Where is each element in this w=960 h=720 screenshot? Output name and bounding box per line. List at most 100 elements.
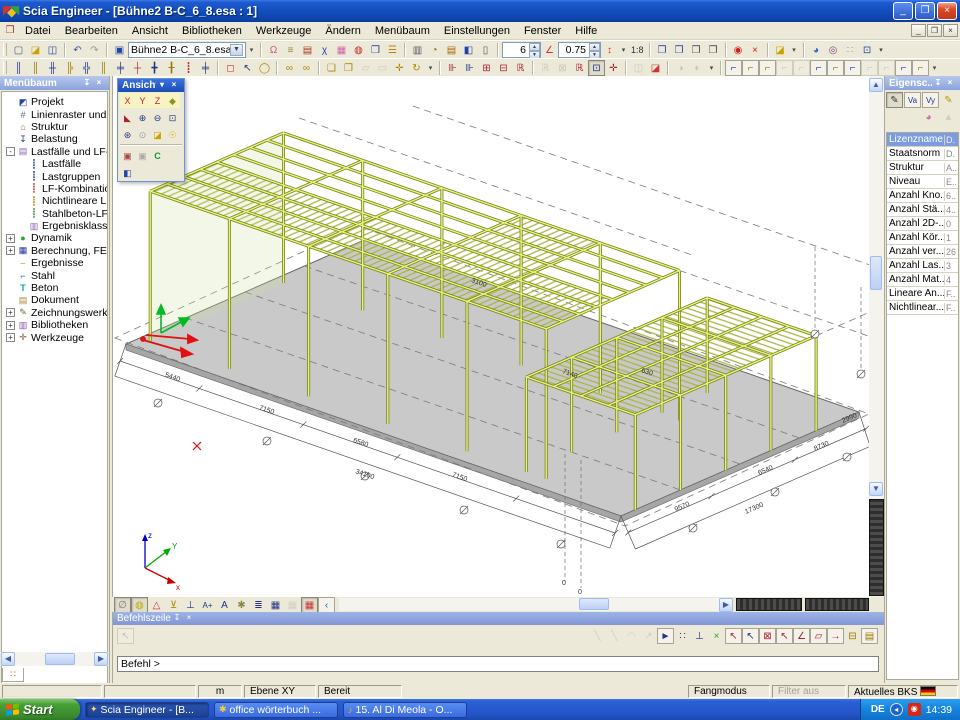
menu-bearbeiten[interactable]: Bearbeiten [58,24,125,38]
labels-icon[interactable]: A [216,597,233,613]
rigid-gray-icon[interactable]: ℝ [537,60,554,76]
rotate-icon[interactable]: ↻ [408,60,425,76]
tree-expander[interactable] [17,222,26,231]
factor-spinner[interactable]: 0.75 ▲▼ [558,42,601,58]
variables-icon[interactable]: χ [316,42,333,58]
layers-icon[interactable]: ≡ [282,42,299,58]
redo-icon[interactable]: ↷ [86,42,103,58]
open-folder-icon[interactable]: ◪ [27,42,44,58]
link-nodes-icon[interactable]: ∞ [281,60,298,76]
window-clone-icon[interactable]: ❐ [654,42,671,58]
prop-row-lineare-analyse[interactable]: Lineare An... F.. [887,287,958,301]
tree-item-lastfaelle-lfk[interactable]: - ▤ Lastfälle und LF-K [6,146,107,158]
draw-line-icon[interactable]: ╲ [589,628,606,644]
clock[interactable]: 14:39 [926,704,952,716]
frame-view-icon-2[interactable]: ⌐ [742,60,759,76]
snap-off-icon[interactable]: × [708,628,725,644]
select-region-icon[interactable]: ◻ [222,60,239,76]
snap-ortho-icon[interactable]: ⊥ [691,628,708,644]
status-filter[interactable]: Filter aus [772,685,846,698]
menu-ansicht[interactable]: Ansicht [125,24,175,38]
zoom-window-icon[interactable]: ⊡ [165,110,180,125]
menu-werkzeuge[interactable]: Werkzeuge [249,24,318,38]
volume-icon[interactable]: ◉ [908,703,921,716]
box-3d-icon[interactable]: ◧ [460,42,477,58]
lasso-select-icon[interactable]: ◯ [256,60,273,76]
tree-item-werkzeuge[interactable]: + ✛ Werkzeuge [6,331,107,343]
taskbar-task-office[interactable]: ✱ office wörterbuch ... [214,702,338,718]
zoom-selection-icon[interactable]: ⊙ [135,127,150,142]
palette-dropdown-icon[interactable]: ▾ [156,80,168,91]
copy-member-icon[interactable]: ╫ [44,60,61,76]
info-caret[interactable]: ▾ [876,42,887,58]
tree-expander[interactable]: + [6,321,15,330]
mdi-close-button[interactable]: × [943,24,958,37]
renumber-icon[interactable]: ╬ [78,60,95,76]
view-x-icon[interactable]: X [120,93,135,108]
hscroll-thumb[interactable] [579,598,609,610]
frame-view-icon-4[interactable]: ⌐ [776,60,793,76]
menu-bibliotheken[interactable]: Bibliotheken [175,24,249,38]
tree-expander[interactable] [6,98,15,107]
reverse-member-icon[interactable]: ╠ [61,60,78,76]
dark-slider-a[interactable] [736,598,802,611]
tree-item-nichtlineare-lf[interactable]: ┋ Nichtlineare LF [17,195,107,207]
gallery-icon[interactable]: ▦ [333,42,350,58]
prop-row-anzahl-lastfaelle[interactable]: Anzahl Las... 3 [887,259,958,273]
visibility-a-icon[interactable]: ◑ [672,60,689,76]
tree-expander[interactable]: - [6,147,15,156]
tree-expander[interactable] [6,259,15,268]
zoom-in-icon[interactable]: ⊕ [135,110,150,125]
tree-expander[interactable] [6,135,15,144]
divide-member-icon[interactable]: ╪ [112,60,129,76]
snap-intersection-icon[interactable]: ⊠ [759,628,776,644]
save-gray-icon[interactable]: ◫ [630,60,647,76]
perspective-cube-icon[interactable]: ◧ [120,165,135,180]
chart-gray-icon[interactable]: ▲ [940,109,957,125]
mdi-document-icon[interactable]: ❒ [2,24,18,38]
menubaum-hscrollbar[interactable]: ◀ ▶ [1,652,108,666]
tree-expander[interactable]: + [6,333,15,342]
status-ucs[interactable]: Aktuelles BKS [848,685,958,698]
support-display-icon[interactable]: ⊥ [182,597,199,613]
tree-item-dynamik[interactable]: + ● Dynamik [6,232,107,244]
prop-row-anzahl-knoten[interactable]: Anzahl Kno... 6.. [887,189,958,203]
paste-icon[interactable]: ▱ [357,60,374,76]
copy-multi-icon[interactable]: ❐ [340,60,357,76]
menu-datei[interactable]: Datei [18,24,58,38]
tree-expander[interactable] [17,209,26,218]
prop-row-anzahl-material[interactable]: Anzahl Mat... 4 [887,273,958,287]
document-book-icon[interactable]: ▤ [443,42,460,58]
prop-row-staatsnorm[interactable]: Staatsnorm D. [887,147,958,161]
scale-ratio-label[interactable]: 1:8 [629,45,646,55]
zoom-document-icon[interactable]: ◎ [825,42,842,58]
scroll-left-icon[interactable]: ◀ [1,652,15,666]
snap-node-icon[interactable]: ↖ [776,628,793,644]
visibility-b-icon[interactable]: ◐ [689,60,706,76]
moment-icon[interactable]: ⊟ [495,60,512,76]
load-panel-icon[interactable]: ⊞ [478,60,495,76]
move-icon[interactable]: ✛ [391,60,408,76]
ucs-view-icon[interactable]: ◣ [120,110,135,125]
view-saved-icon[interactable]: ◪ [150,127,165,142]
taskbar-task-scia[interactable]: ✦ Scia Engineer - [B... [85,702,209,718]
trim-icon[interactable]: ┼ [129,60,146,76]
tree-expander[interactable]: + [6,308,15,317]
report-icon[interactable]: ▯ [477,42,494,58]
structure-view-icon[interactable]: ▦ [267,597,284,613]
shading-off-icon[interactable]: ∅ [114,597,131,613]
menu-fenster[interactable]: Fenster [517,24,568,38]
window-paste-icon[interactable]: ❐ [705,42,722,58]
symbol-scale-icon[interactable]: △ [148,597,165,613]
select-cursor-icon[interactable]: ↖ [239,60,256,76]
close-button[interactable]: × [937,2,957,20]
dark-slider-b[interactable] [805,598,869,611]
palette-icon[interactable]: ◕ [808,42,825,58]
tree-expander[interactable] [17,184,26,193]
tree-item-lastgruppen[interactable]: ┋ Lastgruppen [17,170,107,182]
taskbar-task-winamp[interactable]: ♪ 15. Al Di Meola - O... [343,702,467,718]
frame-view-icon-7[interactable]: ⌐ [827,60,844,76]
align-members-icon[interactable]: ╪ [197,60,214,76]
menu-hilfe[interactable]: Hilfe [568,24,604,38]
undo-icon[interactable]: ↶ [69,42,86,58]
